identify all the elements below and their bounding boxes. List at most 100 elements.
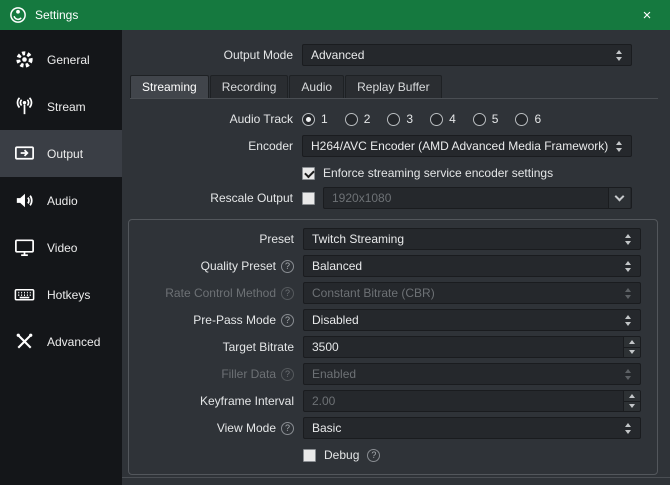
- radio-icon: [430, 113, 443, 126]
- filler-data-select[interactable]: Enabled: [303, 363, 641, 385]
- gear-icon: [13, 48, 36, 71]
- prepass-mode-select[interactable]: Disabled: [303, 309, 641, 331]
- help-icon[interactable]: ?: [281, 422, 294, 435]
- encoder-select[interactable]: H264/AVC Encoder (AMD Advanced Media Fra…: [302, 135, 632, 157]
- enforce-encoder-settings-checkbox[interactable]: [302, 167, 315, 180]
- radio-icon: [473, 113, 486, 126]
- sidebar-item-label: Advanced: [47, 335, 100, 349]
- keyframe-interval-value: 2.00: [312, 394, 623, 408]
- radio-icon: [387, 113, 400, 126]
- rescale-output-checkbox[interactable]: [302, 192, 315, 205]
- audio-track-radio-5[interactable]: 5: [473, 112, 499, 126]
- broadcast-antenna-icon: [13, 95, 36, 118]
- keyframe-interval-input[interactable]: 2.00: [303, 390, 641, 412]
- rescale-resolution-value: 1920x1080: [332, 191, 603, 205]
- encoder-value: H264/AVC Encoder (AMD Advanced Media Fra…: [311, 139, 612, 153]
- radio-icon: [345, 113, 358, 126]
- rate-control-value: Constant Bitrate (CBR): [312, 286, 621, 300]
- spin-up-button[interactable]: [623, 337, 640, 348]
- sidebar-item-stream[interactable]: Stream: [0, 83, 122, 130]
- debug-checkbox[interactable]: [303, 449, 316, 462]
- settings-sidebar: General Stream Output Audio Video Hotkey…: [0, 30, 122, 485]
- debug-label: Debug: [324, 448, 359, 462]
- keyframe-interval-label: Keyframe Interval: [200, 394, 294, 408]
- preset-value: Twitch Streaming: [312, 232, 621, 246]
- target-bitrate-input[interactable]: 3500: [303, 336, 641, 358]
- tab-recording[interactable]: Recording: [210, 75, 289, 98]
- spin-up-button[interactable]: [623, 391, 640, 402]
- preset-label: Preset: [259, 232, 294, 246]
- combo-arrows-icon: [612, 141, 626, 152]
- radio-label: 2: [364, 112, 371, 126]
- target-bitrate-value: 3500: [312, 340, 623, 354]
- display-icon: [13, 236, 36, 259]
- combo-arrows-icon: [621, 315, 635, 326]
- radio-label: 1: [321, 112, 328, 126]
- sidebar-item-advanced[interactable]: Advanced: [0, 318, 122, 365]
- radio-label: 3: [406, 112, 413, 126]
- audio-track-radio-2[interactable]: 2: [345, 112, 371, 126]
- speaker-icon: [13, 189, 36, 212]
- sidebar-item-hotkeys[interactable]: Hotkeys: [0, 271, 122, 318]
- combo-arrows-icon: [621, 234, 635, 245]
- tab-audio[interactable]: Audio: [289, 75, 344, 98]
- sidebar-item-label: Video: [47, 241, 77, 255]
- quality-preset-value: Balanced: [312, 259, 621, 273]
- sidebar-item-label: Stream: [47, 100, 86, 114]
- quality-preset-label: Quality Preset: [201, 259, 276, 273]
- quality-preset-select[interactable]: Balanced: [303, 255, 641, 277]
- help-icon[interactable]: ?: [367, 449, 380, 462]
- tab-pane-border: [130, 98, 658, 99]
- audio-track-radio-1[interactable]: 1: [302, 112, 328, 126]
- combo-arrows-icon: [621, 369, 635, 380]
- output-tabs: Streaming Recording Audio Replay Buffer: [130, 75, 632, 98]
- target-bitrate-label: Target Bitrate: [223, 340, 294, 354]
- view-mode-select[interactable]: Basic: [303, 417, 641, 439]
- radio-icon: [302, 113, 315, 126]
- sidebar-item-audio[interactable]: Audio: [0, 177, 122, 224]
- tools-icon: [13, 330, 36, 353]
- audio-track-radio-4[interactable]: 4: [430, 112, 456, 126]
- titlebar: Settings ×: [0, 0, 670, 30]
- keyboard-icon: [13, 283, 36, 306]
- close-button[interactable]: ×: [624, 0, 670, 30]
- preset-select[interactable]: Twitch Streaming: [303, 228, 641, 250]
- rescale-output-label: Rescale Output: [210, 191, 293, 205]
- rate-control-select[interactable]: Constant Bitrate (CBR): [303, 282, 641, 304]
- help-icon[interactable]: ?: [281, 287, 294, 300]
- radio-label: 5: [492, 112, 499, 126]
- combo-arrows-icon: [612, 50, 626, 61]
- audio-track-radio-3[interactable]: 3: [387, 112, 413, 126]
- chevron-down-icon: [608, 188, 630, 208]
- tab-replay-buffer[interactable]: Replay Buffer: [345, 75, 442, 98]
- audio-track-radio-6[interactable]: 6: [515, 112, 541, 126]
- prepass-mode-label: Pre-Pass Mode: [193, 313, 276, 327]
- obs-logo-icon: [9, 6, 27, 24]
- sidebar-item-label: Audio: [47, 194, 78, 208]
- spin-down-button[interactable]: [623, 348, 640, 358]
- enforce-encoder-settings-label: Enforce streaming service encoder settin…: [323, 166, 553, 180]
- footer-divider: [122, 477, 670, 478]
- output-monitor-icon: [13, 142, 36, 165]
- help-icon[interactable]: ?: [281, 314, 294, 327]
- rescale-resolution-select[interactable]: 1920x1080: [323, 187, 632, 209]
- output-mode-label: Output Mode: [224, 48, 293, 62]
- sidebar-item-label: General: [47, 53, 90, 67]
- sidebar-item-general[interactable]: General: [0, 36, 122, 83]
- tab-streaming[interactable]: Streaming: [130, 75, 209, 98]
- sidebar-item-output[interactable]: Output: [0, 130, 122, 177]
- radio-label: 6: [534, 112, 541, 126]
- help-icon[interactable]: ?: [281, 368, 294, 381]
- encoder-settings-group: Preset Twitch Streaming Quality Preset? …: [128, 219, 658, 475]
- sidebar-item-video[interactable]: Video: [0, 224, 122, 271]
- combo-arrows-icon: [621, 423, 635, 434]
- help-icon[interactable]: ?: [281, 260, 294, 273]
- output-mode-select[interactable]: Advanced: [302, 44, 632, 66]
- filler-data-label: Filler Data: [221, 367, 276, 381]
- spin-down-button[interactable]: [623, 402, 640, 412]
- audio-track-label: Audio Track: [230, 112, 293, 126]
- output-settings-panel: Output Mode Advanced Streaming Recording…: [122, 30, 670, 485]
- view-mode-value: Basic: [312, 421, 621, 435]
- combo-arrows-icon: [621, 261, 635, 272]
- view-mode-label: View Mode: [217, 421, 276, 435]
